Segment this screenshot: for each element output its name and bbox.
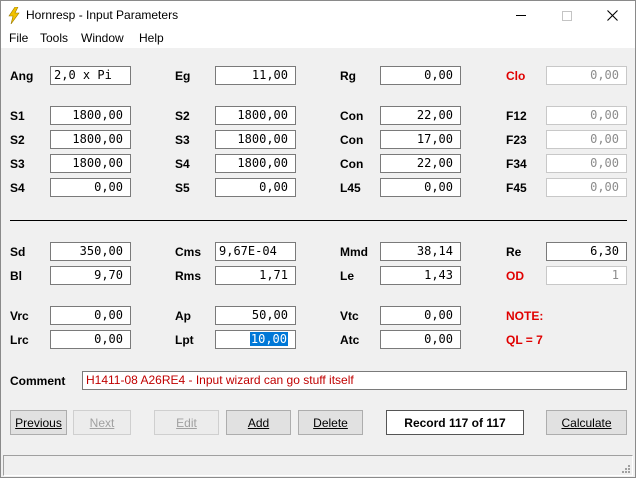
minimize-button[interactable] <box>498 1 544 30</box>
next-button[interactable]: Next <box>73 410 131 435</box>
field-ap[interactable]: 50,00 <box>215 306 296 325</box>
add-button[interactable]: Add <box>226 410 291 435</box>
comment-field[interactable]: H1411-08 A26RE4 - Input wizard can go st… <box>82 371 627 390</box>
label-ap: Ap <box>175 309 191 323</box>
field-od: 1 <box>546 266 627 285</box>
menu-window[interactable]: Window <box>81 31 124 45</box>
field-rg[interactable]: 0,00 <box>380 66 461 85</box>
field-f34: 0,00 <box>546 154 627 173</box>
resize-grip-icon[interactable] <box>620 463 630 473</box>
label-od: OD <box>506 269 524 283</box>
menu-tools[interactable]: Tools <box>40 31 68 45</box>
label-rms: Rms <box>175 269 202 283</box>
field-atc[interactable]: 0,00 <box>380 330 461 349</box>
previous-button[interactable]: Previous <box>10 410 67 435</box>
calculate-button[interactable]: Calculate <box>546 410 627 435</box>
field-s5[interactable]: 0,00 <box>215 178 296 197</box>
maximize-button[interactable] <box>544 1 590 30</box>
label-mmd: Mmd <box>340 245 368 259</box>
label-s3: S3 <box>175 133 190 147</box>
input-parameters-window: Hornresp - Input Parameters File Tools W… <box>0 0 636 478</box>
field-con3[interactable]: 22,00 <box>380 154 461 173</box>
label-atc: Atc <box>340 333 360 347</box>
edit-button[interactable]: Edit <box>154 410 219 435</box>
menu-help[interactable]: Help <box>139 31 164 45</box>
field-f23: 0,00 <box>546 130 627 149</box>
label-ang: Ang <box>10 69 34 83</box>
label-le: Le <box>340 269 355 283</box>
label-s4b: S4 <box>10 181 25 195</box>
delete-button[interactable]: Delete <box>298 410 363 435</box>
label-rg: Rg <box>340 69 356 83</box>
field-sd[interactable]: 350,00 <box>50 242 131 261</box>
field-mmd[interactable]: 38,14 <box>380 242 461 261</box>
label-vrc: Vrc <box>10 309 29 323</box>
field-s3b[interactable]: 1800,00 <box>50 154 131 173</box>
label-l45: L45 <box>340 181 361 195</box>
field-re[interactable]: 6,30 <box>546 242 627 261</box>
label-bl: Bl <box>10 269 22 283</box>
label-sd: Sd <box>10 245 26 259</box>
label-f34: F34 <box>506 157 527 171</box>
title-bar[interactable]: Hornresp - Input Parameters <box>1 1 635 30</box>
field-clo: 0,00 <box>546 66 627 85</box>
menu-bar: File Tools Window Help <box>1 30 635 48</box>
menu-file[interactable]: File <box>9 31 28 45</box>
status-bar <box>3 455 633 476</box>
field-eg[interactable]: 11,00 <box>215 66 296 85</box>
field-s2[interactable]: 1800,00 <box>215 106 296 125</box>
label-s2: S2 <box>175 109 190 123</box>
minimize-icon <box>516 15 526 16</box>
field-vtc[interactable]: 0,00 <box>380 306 461 325</box>
field-s1[interactable]: 1800,00 <box>50 106 131 125</box>
label-re: Re <box>506 245 522 259</box>
field-s2b[interactable]: 1800,00 <box>50 130 131 149</box>
field-l45[interactable]: 0,00 <box>380 178 461 197</box>
field-ang[interactable]: 2,0 x Pi <box>50 66 131 85</box>
ql-note: QL = 7 <box>506 333 543 347</box>
field-lpt-selection: 10,00 <box>249 332 288 346</box>
label-s2b: S2 <box>10 133 25 147</box>
field-con2[interactable]: 17,00 <box>380 130 461 149</box>
maximize-icon <box>562 10 572 21</box>
field-bl[interactable]: 9,70 <box>50 266 131 285</box>
label-con2: Con <box>340 133 364 147</box>
section-divider <box>10 220 627 221</box>
label-f23: F23 <box>506 133 527 147</box>
comment-label: Comment <box>10 374 66 388</box>
field-lrc[interactable]: 0,00 <box>50 330 131 349</box>
label-s4: S4 <box>175 157 190 171</box>
close-icon <box>606 10 618 21</box>
field-le[interactable]: 1,43 <box>380 266 461 285</box>
field-cms[interactable]: 9,67E-04 <box>215 242 296 261</box>
field-con1[interactable]: 22,00 <box>380 106 461 125</box>
label-clo: Clo <box>506 69 526 83</box>
close-button[interactable] <box>589 1 635 30</box>
label-s1: S1 <box>10 109 25 123</box>
label-f45: F45 <box>506 181 527 195</box>
lightning-icon <box>8 7 20 24</box>
window-title: Hornresp - Input Parameters <box>26 8 179 22</box>
label-s5: S5 <box>175 181 190 195</box>
label-vtc: Vtc <box>340 309 359 323</box>
label-eg: Eg <box>175 69 191 83</box>
field-s4[interactable]: 1800,00 <box>215 154 296 173</box>
field-lpt[interactable]: 10,00 <box>215 330 296 349</box>
field-f12: 0,00 <box>546 106 627 125</box>
label-cms: Cms <box>175 245 202 259</box>
field-f45: 0,00 <box>546 178 627 197</box>
field-s3[interactable]: 1800,00 <box>215 130 296 149</box>
record-indicator: Record 117 of 117 <box>386 410 524 435</box>
label-lpt: Lpt <box>175 333 194 347</box>
label-f12: F12 <box>506 109 527 123</box>
note-label: NOTE: <box>506 309 544 323</box>
field-vrc[interactable]: 0,00 <box>50 306 131 325</box>
label-s3b: S3 <box>10 157 25 171</box>
label-lrc: Lrc <box>10 333 29 347</box>
field-s4b[interactable]: 0,00 <box>50 178 131 197</box>
field-rms[interactable]: 1,71 <box>215 266 296 285</box>
label-con1: Con <box>340 109 364 123</box>
label-con3: Con <box>340 157 364 171</box>
